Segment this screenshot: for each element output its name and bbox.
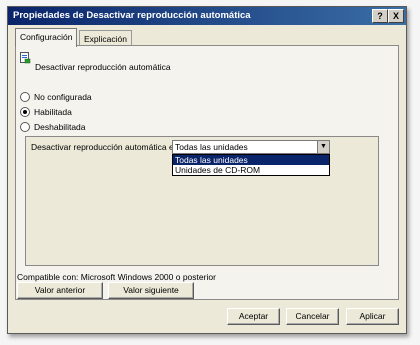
setting-label: Desactivar reproducción automática en: [31, 142, 181, 152]
close-button[interactable]: X [388, 9, 404, 23]
properties-dialog: Propiedades de Desactivar reproducción a… [7, 6, 407, 334]
settings-panel: Desactivar reproducción automática No co… [15, 45, 399, 300]
radio-label-deshabilitada: Deshabilitada [34, 122, 86, 132]
apply-button[interactable]: Aplicar [346, 308, 399, 325]
title-bar[interactable]: Propiedades de Desactivar reproducción a… [8, 7, 406, 25]
radio-label-no-configurada: No configurada [34, 92, 92, 102]
option-unidades-cd-rom[interactable]: Unidades de CD-ROM [173, 165, 329, 175]
window-title: Propiedades de Desactivar reproducción a… [13, 10, 251, 21]
drive-dropdown-list: Todas las unidades Unidades de CD-ROM [172, 154, 330, 176]
radio-no-configurada[interactable] [20, 92, 30, 102]
drive-select-value: Todas las unidades [175, 142, 248, 152]
previous-setting-button[interactable]: Valor anterior [17, 282, 103, 299]
option-todas-las-unidades[interactable]: Todas las unidades [173, 155, 329, 165]
tab-configuracion[interactable]: Configuración [15, 28, 78, 47]
cancel-button[interactable]: Cancelar [286, 308, 339, 325]
radio-label-habilitada: Habilitada [34, 107, 72, 117]
radio-habilitada[interactable] [20, 107, 30, 117]
compatibility-text: Compatible con: Microsoft Windows 2000 o… [17, 272, 216, 282]
policy-setting-icon [20, 52, 31, 64]
options-group: Desactivar reproducción automática en: T… [25, 136, 379, 266]
radio-deshabilitada[interactable] [20, 122, 30, 132]
policy-name: Desactivar reproducción automática [35, 62, 171, 72]
next-setting-button[interactable]: Valor siguiente [108, 282, 194, 299]
help-button[interactable]: ? [372, 9, 388, 23]
chevron-down-icon[interactable]: ▼ [317, 141, 329, 153]
drive-select[interactable]: Todas las unidades ▼ [172, 140, 330, 154]
ok-button[interactable]: Aceptar [227, 308, 280, 325]
